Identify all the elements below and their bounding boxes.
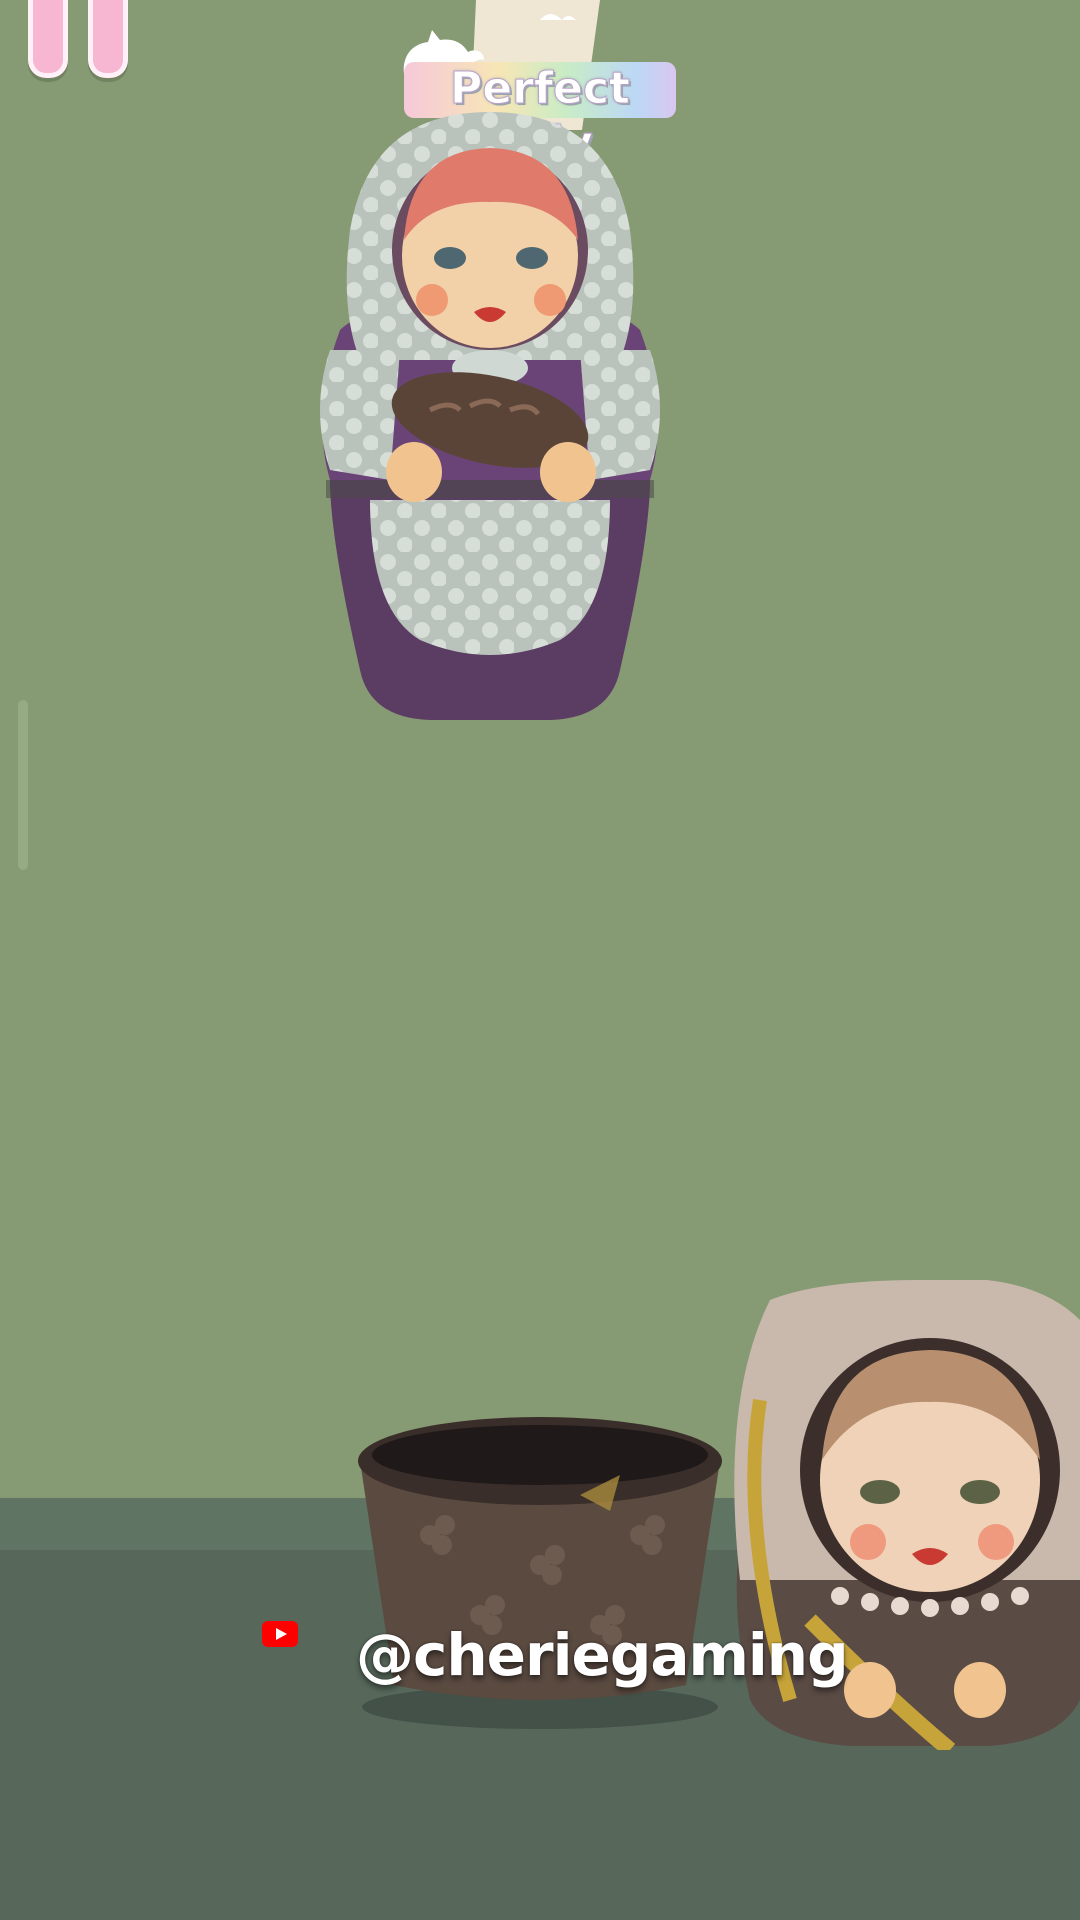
channel-watermark: @cheriegaming [262, 1620, 849, 1700]
scroll-indicator [18, 700, 28, 870]
matryoshka-doll-bread-icon[interactable] [310, 110, 670, 730]
channel-handle: @cheriegaming [356, 1621, 849, 1689]
pause-icon-left-bar [28, 0, 68, 78]
game-logo: Perfect Tidy [398, 14, 684, 169]
pause-button[interactable] [28, 0, 144, 84]
youtube-icon[interactable] [262, 1621, 298, 1647]
pause-icon-right-bar [88, 0, 128, 78]
